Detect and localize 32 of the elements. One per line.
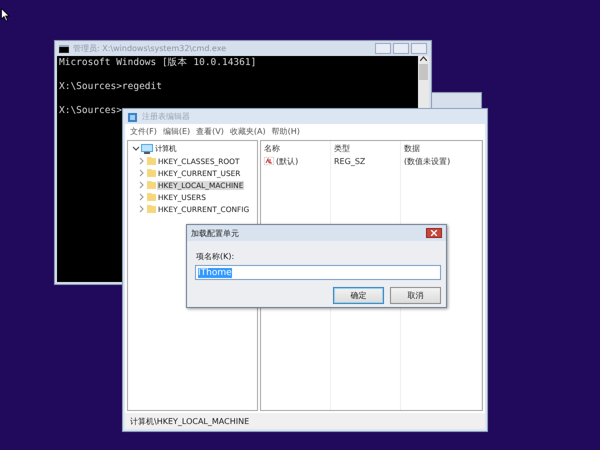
string-value-icon xyxy=(264,157,274,165)
table-cell: REG_SZ xyxy=(334,156,366,166)
menu-item[interactable]: 帮助(H) xyxy=(272,126,300,136)
console-line: Microsoft Windows [版本 10.0.14361] xyxy=(59,57,256,69)
menu-item[interactable]: 收藏夹(A) xyxy=(230,126,266,136)
menu-item[interactable]: 文件(F) xyxy=(130,126,157,136)
column-header[interactable]: 名称 xyxy=(264,144,280,153)
menu-item[interactable]: 编辑(E) xyxy=(162,126,190,136)
table-cell: (默认) xyxy=(276,156,298,166)
scroll-up-icon xyxy=(420,56,427,61)
field-label: 项名称(K): xyxy=(196,251,236,262)
registry-icon xyxy=(128,112,138,122)
console-line: X:\Sources>regedit xyxy=(59,80,162,93)
column-header[interactable]: 类型 xyxy=(334,144,350,153)
scroll-thumb[interactable] xyxy=(419,64,428,80)
minimize-button[interactable] xyxy=(375,43,391,54)
mouse-pointer-icon xyxy=(1,8,10,22)
console-line: X:\Sources> xyxy=(59,104,122,117)
console-icon xyxy=(59,44,69,52)
maximize-button[interactable] xyxy=(393,43,409,54)
computer-icon xyxy=(141,144,153,154)
column-header[interactable]: 数据 xyxy=(404,144,420,153)
window-title: 管理员: X:\windows\system32\cmd.exe xyxy=(73,43,226,54)
dialog-title: 加载配置单元 xyxy=(191,228,239,238)
menu-item[interactable]: 查看(V) xyxy=(196,126,224,136)
status-bar-text: 计算机\HKEY_LOCAL_MACHINE xyxy=(130,416,250,426)
close-button[interactable] xyxy=(426,228,442,238)
ok-button[interactable]: 确定 xyxy=(333,287,384,304)
close-icon xyxy=(431,230,437,236)
cancel-button[interactable]: 取消 xyxy=(390,287,441,304)
window-title: 注册表编辑器 xyxy=(142,111,190,122)
table-cell: (数值未设置) xyxy=(404,156,450,166)
